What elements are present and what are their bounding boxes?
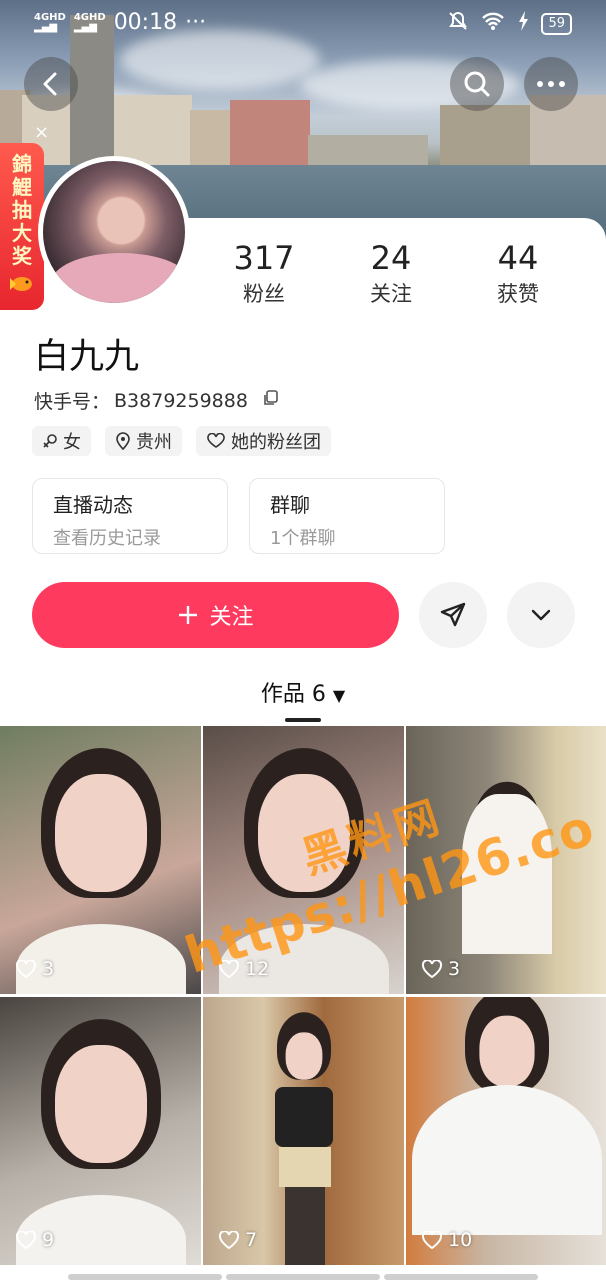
location-icon	[116, 432, 130, 450]
like-count: 10	[422, 1229, 472, 1251]
more-icon	[537, 81, 565, 87]
heart-icon	[16, 960, 36, 978]
search-icon	[464, 71, 490, 97]
tag-label: 女	[63, 432, 81, 453]
like-count: 3	[16, 958, 54, 980]
stat-following[interactable]: 24 关注	[336, 240, 446, 308]
like-count-value: 10	[448, 1229, 473, 1251]
back-button[interactable]	[24, 57, 78, 111]
signal-indicator-1: 4GHD ▂▄▆	[34, 11, 66, 33]
video-tile[interactable]: 7	[203, 997, 404, 1265]
kuaishou-id: B3879259888	[114, 389, 248, 412]
battery-indicator: 59	[541, 13, 572, 35]
stat-value: 317	[233, 239, 295, 277]
copy-icon[interactable]	[262, 389, 280, 412]
plus-icon	[179, 606, 198, 624]
tag-label: 她的粉丝团	[231, 432, 321, 453]
tag-fan-group[interactable]: 她的粉丝团	[196, 426, 331, 456]
signal-indicator-2: 4GHD ▂▄▆	[73, 11, 106, 33]
tag-gender: 女	[32, 426, 91, 456]
wifi-icon	[481, 11, 505, 37]
close-icon[interactable]: ×	[34, 122, 49, 143]
heart-icon	[422, 1231, 442, 1249]
more-button[interactable]	[524, 57, 578, 111]
like-count: 3	[422, 958, 460, 980]
heart-icon	[422, 960, 442, 978]
info-title: 群聊	[270, 493, 310, 517]
info-sub: 1个群聊	[270, 528, 336, 549]
like-count-value: 3	[448, 958, 461, 980]
charging-icon	[517, 10, 529, 38]
fan-group-icon	[207, 433, 225, 448]
mute-icon	[447, 10, 469, 38]
female-icon	[43, 434, 57, 448]
koi-icon	[0, 272, 44, 299]
works-label: 作品 6	[260, 682, 326, 707]
expand-button[interactable]	[507, 582, 575, 648]
like-count: 9	[16, 1229, 54, 1251]
status-more: ···	[185, 10, 207, 35]
video-tile[interactable]: 10	[406, 997, 606, 1265]
like-count: 7	[219, 1229, 257, 1251]
avatar[interactable]	[38, 156, 190, 308]
like-count-value: 7	[245, 1229, 258, 1251]
stat-value: 24	[370, 239, 412, 277]
stat-value: 44	[497, 239, 539, 277]
tab-works[interactable]: 作品 6 ▼	[0, 676, 606, 708]
info-title: 直播动态	[53, 493, 133, 517]
stat-likes[interactable]: 44 获赞	[463, 240, 573, 308]
tag-label: 贵州	[136, 432, 172, 453]
clock: 00:18	[113, 10, 178, 35]
kuaishou-id-label: 快手号：	[34, 391, 111, 413]
like-count-value: 9	[42, 1229, 55, 1251]
tag-location: 贵州	[105, 426, 182, 456]
stat-followers[interactable]: 317 粉丝	[209, 240, 319, 308]
status-bar: 4GHD ▂▄▆ 4GHD ▂▄▆ 00:18 ··· 59	[0, 0, 606, 46]
heart-icon	[16, 1231, 36, 1249]
group-chat-card[interactable]: 群聊 1个群聊	[249, 478, 445, 554]
search-button[interactable]	[450, 57, 504, 111]
tab-underline	[285, 718, 321, 722]
like-count-value: 3	[42, 958, 55, 980]
live-history-card[interactable]: 直播动态 查看历史记录	[32, 478, 228, 554]
info-sub: 查看历史记录	[53, 528, 161, 549]
lottery-label: 錦鯉抽大奖	[12, 152, 32, 268]
follow-button[interactable]: 关注	[32, 582, 399, 648]
profile-tags: 女 贵州 她的粉丝团	[32, 426, 331, 456]
follow-label: 关注	[209, 605, 254, 630]
back-icon	[43, 72, 57, 96]
chevron-down-icon	[531, 609, 551, 621]
stat-label: 粉丝	[243, 282, 285, 306]
caret-down-icon: ▼	[332, 686, 346, 705]
stat-label: 获赞	[497, 282, 539, 306]
send-icon	[440, 602, 466, 627]
bottom-indicator	[0, 1274, 606, 1280]
message-button[interactable]	[419, 582, 487, 648]
video-tile[interactable]: 9	[0, 997, 201, 1265]
kuaishou-id-row: 快手号： B3879259888	[34, 387, 280, 414]
stat-label: 关注	[370, 282, 412, 306]
heart-icon	[219, 1231, 239, 1249]
profile-name: 白九九	[34, 337, 140, 377]
